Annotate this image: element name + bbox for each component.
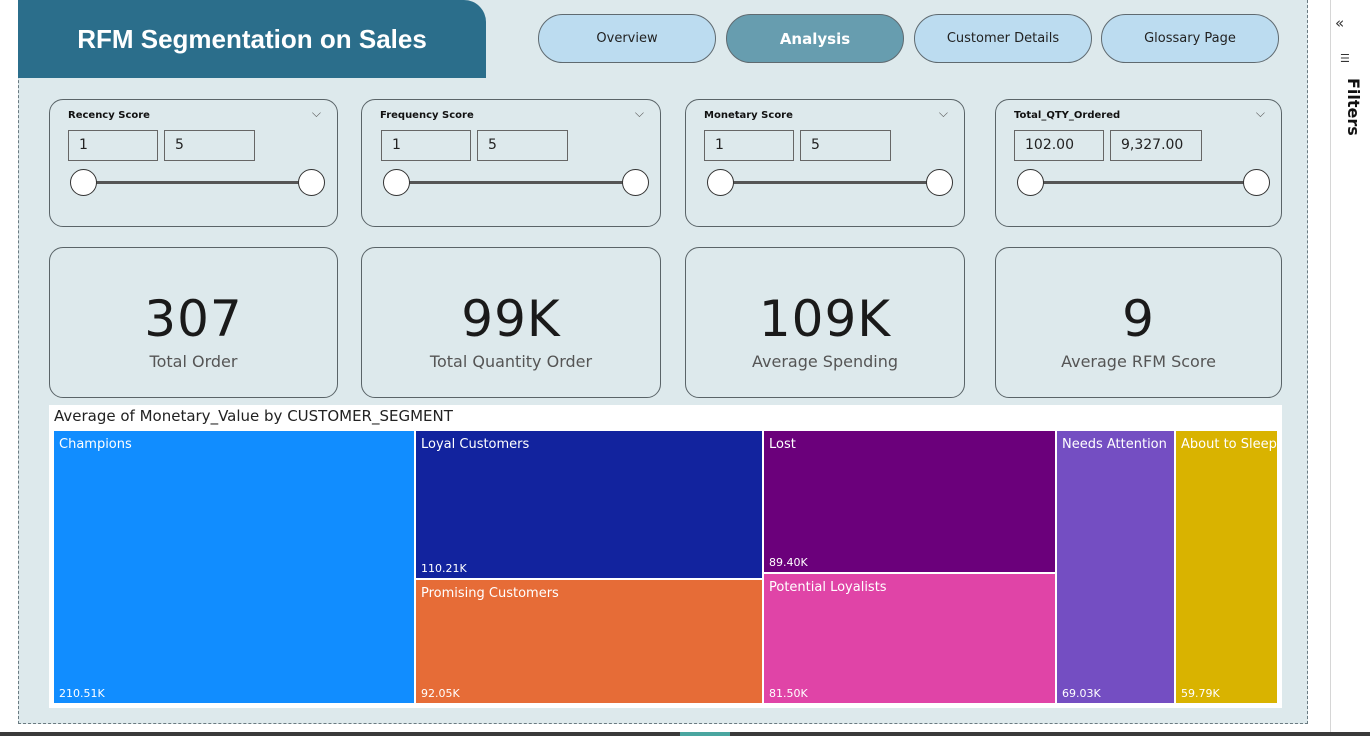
slicer-frequency-score: Frequency Score ⌵ 1 5 — [361, 99, 661, 227]
slicer-title: Recency Score — [68, 110, 150, 121]
tile-label: Lost — [769, 437, 796, 452]
range-max-handle[interactable] — [1243, 169, 1270, 196]
kpi-label: Average RFM Score — [1061, 352, 1216, 371]
report-title: RFM Segmentation on Sales — [77, 23, 427, 54]
range-min-input[interactable]: 102.00 — [1014, 130, 1104, 161]
range-track — [720, 181, 940, 184]
double-chevron-left-icon[interactable]: « — [1335, 14, 1344, 32]
filters-pane: « ☰ Filters — [1330, 0, 1370, 736]
tile-value: 92.05K — [421, 687, 460, 700]
range-min-input[interactable]: 1 — [68, 130, 158, 161]
treemap-tile-about-to-sleep[interactable]: About to Sleep 59.79K — [1176, 431, 1277, 703]
range-min-input[interactable]: 1 — [704, 130, 794, 161]
treemap-tile-champions[interactable]: Champions 210.51K — [54, 431, 414, 703]
range-track — [83, 181, 311, 184]
bottom-bar — [0, 732, 1370, 736]
active-page-indicator — [680, 732, 730, 736]
tile-label: Promising Customers — [421, 586, 559, 601]
kpi-card-average-spending: 109K Average Spending — [685, 247, 965, 398]
slicer-title: Monetary Score — [704, 110, 793, 121]
range-min-handle[interactable] — [707, 169, 734, 196]
tile-value: 89.40K — [769, 556, 808, 569]
slicer-recency-score: Recency Score ⌵ 1 5 — [49, 99, 338, 227]
range-max-input[interactable]: 5 — [800, 130, 891, 161]
nav-customer-details-button[interactable]: Customer Details — [914, 14, 1092, 63]
tile-value: 59.79K — [1181, 687, 1220, 700]
report-title-banner: RFM Segmentation on Sales — [18, 0, 486, 78]
tile-label: About to Sleep — [1181, 437, 1277, 452]
slicer-title: Total_QTY_Ordered — [1014, 110, 1121, 121]
tile-value: 81.50K — [769, 687, 808, 700]
nav-glossary-button[interactable]: Glossary Page — [1101, 14, 1279, 63]
tile-label: Champions — [59, 437, 132, 452]
nav-overview-button[interactable]: Overview — [538, 14, 716, 63]
treemap-tile-promising-customers[interactable]: Promising Customers 92.05K — [416, 580, 762, 703]
range-max-input[interactable]: 9,327.00 — [1110, 130, 1202, 161]
slicer-total-qty-ordered: Total_QTY_Ordered ⌵ 102.00 9,327.00 — [995, 99, 1282, 227]
chevron-down-icon[interactable]: ⌵ — [939, 106, 948, 121]
range-max-input[interactable]: 5 — [164, 130, 255, 161]
tile-label: Loyal Customers — [421, 437, 530, 452]
tile-label: Needs Attention — [1062, 437, 1167, 452]
kpi-value: 99K — [461, 290, 561, 348]
filter-icon: ☰ — [1340, 52, 1350, 65]
chevron-down-icon[interactable]: ⌵ — [1256, 106, 1265, 121]
treemap-visual: Average of Monetary_Value by CUSTOMER_SE… — [49, 405, 1282, 708]
kpi-card-total-quantity: 99K Total Quantity Order — [361, 247, 661, 398]
tile-value: 69.03K — [1062, 687, 1101, 700]
kpi-value: 9 — [1122, 290, 1155, 348]
range-max-handle[interactable] — [298, 169, 325, 196]
chevron-down-icon[interactable]: ⌵ — [312, 106, 321, 121]
range-min-input[interactable]: 1 — [381, 130, 471, 161]
kpi-card-average-rfm: 9 Average RFM Score — [995, 247, 1282, 398]
chevron-down-icon[interactable]: ⌵ — [635, 106, 644, 121]
slicer-monetary-score: Monetary Score ⌵ 1 5 — [685, 99, 965, 227]
filters-pane-label[interactable]: Filters — [1344, 78, 1363, 136]
range-max-handle[interactable] — [622, 169, 649, 196]
treemap-tile-needs-attention[interactable]: Needs Attention 69.03K — [1057, 431, 1174, 703]
nav-analysis-button[interactable]: Analysis — [726, 14, 904, 63]
kpi-value: 109K — [758, 290, 892, 348]
kpi-label: Total Order — [149, 352, 238, 371]
range-max-handle[interactable] — [926, 169, 953, 196]
treemap-tile-loyal-customers[interactable]: Loyal Customers 110.21K — [416, 431, 762, 578]
tile-value: 210.51K — [59, 687, 105, 700]
treemap-tile-lost[interactable]: Lost 89.40K — [764, 431, 1055, 572]
treemap-tile-potential-loyalists[interactable]: Potential Loyalists 81.50K — [764, 574, 1055, 703]
tile-value: 110.21K — [421, 562, 467, 575]
kpi-label: Total Quantity Order — [429, 352, 593, 371]
range-min-handle[interactable] — [70, 169, 97, 196]
kpi-value: 307 — [144, 290, 243, 348]
treemap-title: Average of Monetary_Value by CUSTOMER_SE… — [54, 407, 453, 425]
range-min-handle[interactable] — [1017, 169, 1044, 196]
slicer-title: Frequency Score — [380, 110, 474, 121]
range-track — [1030, 181, 1256, 184]
range-track — [396, 181, 636, 184]
kpi-label: Average Spending — [752, 352, 898, 371]
kpi-card-total-order: 307 Total Order — [49, 247, 338, 398]
range-min-handle[interactable] — [383, 169, 410, 196]
tile-label: Potential Loyalists — [769, 580, 887, 595]
range-max-input[interactable]: 5 — [477, 130, 568, 161]
